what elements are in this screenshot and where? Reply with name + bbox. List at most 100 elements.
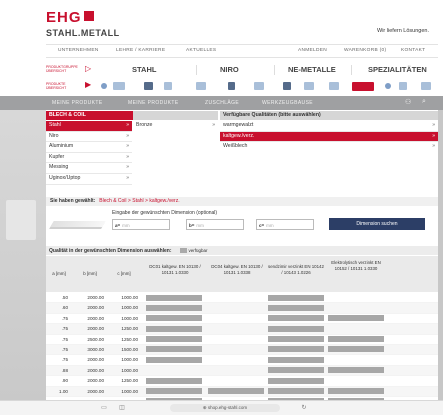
- cell-c: 1250.00: [121, 378, 138, 384]
- material-item-niro[interactable]: Niro »: [46, 131, 132, 143]
- cell-b: 2000.00: [87, 378, 104, 384]
- special-icon[interactable]: [399, 82, 407, 90]
- misc-icon[interactable]: [421, 82, 431, 90]
- tube-icon[interactable]: [254, 82, 264, 90]
- selection-value[interactable]: Blech & Coil > Stahl > kaltgew./verz.: [99, 198, 179, 204]
- play-arrow-icon[interactable]: ▷: [85, 64, 91, 73]
- availability-cell[interactable]: [268, 294, 324, 301]
- availability-cell[interactable]: [268, 346, 324, 353]
- material-item-kupfer[interactable]: Kupfer »: [46, 152, 132, 164]
- sheet-coil-icon[interactable]: [352, 82, 374, 91]
- availability-cell[interactable]: [328, 336, 384, 343]
- cell-c: 1000.00: [121, 315, 138, 321]
- chevron-right-icon: »: [126, 122, 129, 128]
- logo-subtitle: STAHL.METALL: [46, 28, 120, 38]
- availability-cell[interactable]: [146, 325, 202, 332]
- dimension-field-b[interactable]: b= mm: [186, 219, 244, 230]
- nav-lehre-karriere[interactable]: LEHRE / KARRIERE: [116, 48, 165, 53]
- availability-cell[interactable]: [146, 315, 202, 322]
- flat-bar-icon[interactable]: [144, 82, 153, 90]
- chevron-right-icon: »: [126, 174, 129, 181]
- availability-cell[interactable]: [146, 356, 202, 363]
- material-item-uginox[interactable]: Uginox/Uptop »: [46, 173, 132, 185]
- availability-cell[interactable]: [328, 315, 384, 322]
- square-bar-icon[interactable]: [164, 82, 172, 90]
- availability-cell[interactable]: [268, 336, 324, 343]
- cell-c: 1000.00: [121, 388, 138, 394]
- availability-cell[interactable]: [146, 388, 202, 395]
- quality-item-kaltgewalzt[interactable]: kaltgew./verz. »: [220, 131, 438, 143]
- table-row[interactable]: .75 2500.00 1250.00: [46, 335, 438, 345]
- category-niro[interactable]: NIRO: [220, 65, 239, 74]
- availability-cell[interactable]: [146, 346, 202, 353]
- search-icon[interactable]: ⌕: [422, 98, 426, 106]
- availability-cell[interactable]: [268, 315, 324, 322]
- table-row[interactable]: .75 2000.00 1000.00: [46, 314, 438, 325]
- plate-icon[interactable]: [304, 82, 314, 90]
- sidebar-icon[interactable]: ▭: [100, 404, 108, 412]
- table-row[interactable]: .75 2000.00 1000.00: [46, 355, 438, 366]
- availability-cell[interactable]: [268, 356, 324, 363]
- availability-cell[interactable]: [328, 346, 384, 353]
- dimension-search-button[interactable]: Dimension suchen: [329, 218, 425, 230]
- table-row[interactable]: .75 2000.00 1250.00: [46, 324, 438, 335]
- subgroup-item-bronze[interactable]: Bronze »: [133, 121, 218, 132]
- tabs-icon[interactable]: ◫: [118, 404, 126, 412]
- table-row[interactable]: .60 2000.00 1000.00: [46, 303, 438, 314]
- chevron-right-icon: »: [126, 143, 129, 150]
- background-photo-right: [438, 110, 443, 400]
- address-bar[interactable]: ⊕ shop.ehg-stahl.com: [170, 404, 280, 412]
- material-item-stahl[interactable]: Stahl »: [46, 121, 132, 132]
- availability-cell[interactable]: [328, 367, 384, 374]
- quality-item-warmgewalzt[interactable]: warmgewalzt »: [220, 121, 438, 132]
- band-item-meine-produkte[interactable]: MEINE PRODUKTE: [52, 100, 103, 106]
- profile-l-icon[interactable]: [196, 82, 206, 90]
- category-ne-metalle[interactable]: NE-METALLE: [288, 65, 336, 74]
- table-row[interactable]: .50 2000.00 1000.00: [46, 293, 438, 304]
- column-header-elektrolytisch: Elektrolytisch verzinkt EN 10152 / 10131…: [331, 260, 381, 271]
- legend-label: verfügbar: [188, 248, 208, 253]
- play-arrow-icon[interactable]: ▶: [85, 80, 91, 89]
- availability-cell[interactable]: [268, 377, 324, 384]
- availability-cell[interactable]: [208, 388, 264, 395]
- logo[interactable]: EHG STAHL.METALL: [46, 9, 120, 38]
- band-item-meine-produkte-2[interactable]: MEINE PRODUKTE: [128, 100, 179, 106]
- category-overview-label: PRODUKTGRUPPE ÜBERSICHT: [46, 65, 78, 73]
- nav-unternehmen[interactable]: UNTERNEHMEN: [58, 48, 99, 53]
- user-icon[interactable]: ⚇: [405, 98, 412, 106]
- wire-icon[interactable]: [329, 82, 339, 90]
- availability-cell[interactable]: [268, 304, 324, 311]
- coil-icon[interactable]: [385, 83, 391, 89]
- availability-cell[interactable]: [146, 304, 202, 311]
- material-item-messing[interactable]: Messing »: [46, 163, 132, 174]
- category-stahl[interactable]: STAHL: [132, 65, 156, 74]
- category-spezialitaeten[interactable]: SPEZIALITÄTEN: [368, 65, 427, 74]
- nav-kontakt[interactable]: KONTAKT: [401, 48, 425, 53]
- page: EHG STAHL.METALL Wir liefern Lösungen. U…: [0, 0, 443, 415]
- round-bar-icon[interactable]: [101, 83, 107, 89]
- table-row[interactable]: .90 2000.00 1250.00: [46, 376, 438, 387]
- table-row[interactable]: .88 2000.00 1000.00: [46, 365, 438, 377]
- availability-cell[interactable]: [146, 377, 202, 384]
- beam-icon[interactable]: [283, 82, 291, 90]
- profile-u-icon[interactable]: [228, 82, 235, 90]
- dimension-field-c[interactable]: c= mm: [256, 219, 314, 230]
- refresh-icon[interactable]: ↻: [300, 404, 308, 412]
- band-item-zuschlaege[interactable]: ZUSCHLÄGE: [205, 100, 239, 106]
- material-item-aluminium[interactable]: Aluminium »: [46, 142, 132, 153]
- table-row[interactable]: 1.00 2000.00 1000.00: [46, 386, 438, 397]
- table-row[interactable]: .75 3000.00 1500.00: [46, 344, 438, 356]
- dimension-field-a[interactable]: a= mm: [112, 219, 170, 230]
- band-item-werkzeug[interactable]: WERKZEUGBAUSE: [262, 100, 313, 106]
- availability-cell[interactable]: [268, 367, 324, 374]
- field-prefix: a=: [115, 223, 121, 228]
- nav-warenkorb[interactable]: WARENKORB (0): [344, 48, 386, 53]
- availability-cell[interactable]: [146, 294, 202, 301]
- availability-cell[interactable]: [146, 336, 202, 343]
- availability-cell[interactable]: [268, 388, 324, 395]
- availability-cell[interactable]: [268, 325, 324, 332]
- nav-aktuelles[interactable]: AKTUELLES: [186, 48, 216, 53]
- availability-cell[interactable]: [328, 388, 384, 395]
- sheet-icon[interactable]: [113, 82, 125, 90]
- nav-anmelden[interactable]: ANMELDEN: [298, 48, 327, 53]
